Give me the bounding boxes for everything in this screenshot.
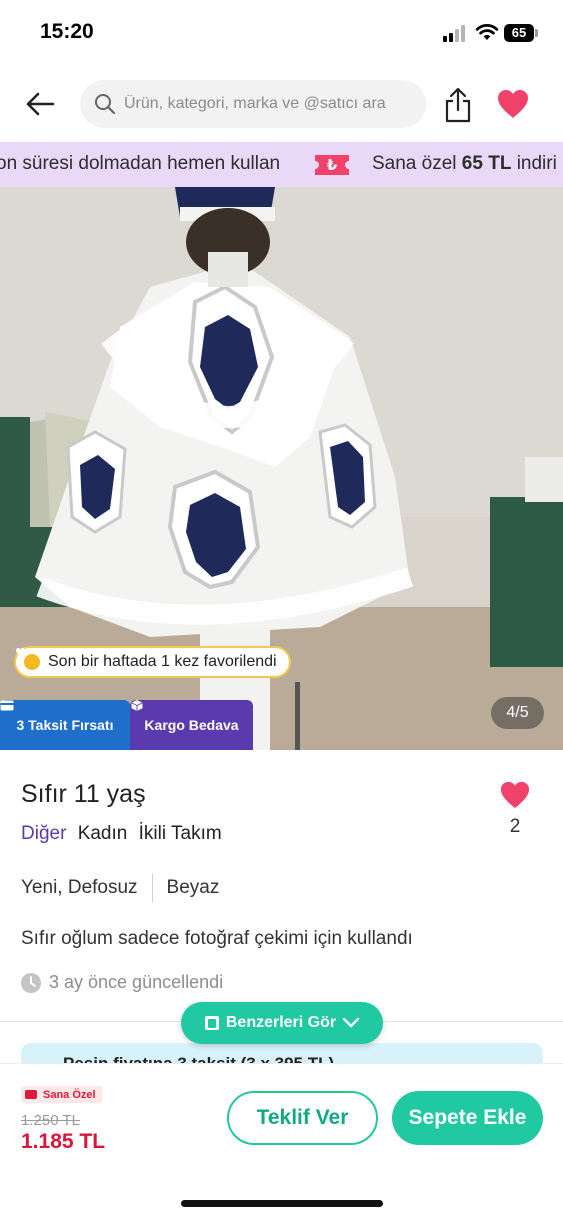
home-indicator [181,1200,383,1207]
installment-info-strip[interactable]: Peşin fiyatına 3 taksit (3 x 395 TL) [21,1043,543,1065]
image-counter: 4/5 [491,697,544,729]
search-bar[interactable] [80,80,426,128]
installment-badge: 3 Taksit Fırsatı [0,700,130,750]
brand-link[interactable]: Diğer [21,823,66,844]
arrow-left-icon [26,92,55,116]
subcategory-link[interactable]: İkili Takım [139,823,222,844]
search-input[interactable] [124,95,424,113]
coupon-lira-icon: ₺ [315,155,349,175]
updated-info: 3 ay önce güncellendi [21,972,223,993]
promo-text-right: Sana özel 65 TL indiri [372,153,557,174]
battery-icon: 65 [504,24,534,42]
wifi-icon [475,24,499,40]
chevron-down-icon [342,1017,360,1028]
old-price: 1.250 TL [21,1112,80,1129]
credit-card-icon [0,700,14,711]
product-attributes: Yeni, Defosuz Beyaz [21,874,219,902]
heart-badge-icon [16,648,40,670]
status-bar: 15:20 65 [0,0,563,70]
search-icon [95,94,116,115]
see-similar-label: Benzerleri Gör [225,1014,337,1031]
installment-badge-label: 3 Taksit Fırsatı [16,717,114,733]
product-image-gallery[interactable]: Son bir haftada 1 kez favorilendi 4/5 3 … [0,187,563,750]
product-description: Sıfır oğlum sadece fotoğraf çekimi için … [21,928,413,949]
free-shipping-badge: Kargo Bedava [130,700,253,750]
clock-icon [21,972,41,993]
special-price-tag: Sana Özel [21,1086,102,1103]
color-label: Beyaz [166,877,220,898]
special-price-tag-label: Sana Özel [43,1088,96,1101]
category-link[interactable]: Kadın [78,823,128,844]
cellular-signal-icon [443,24,469,42]
favorited-note-text: Son bir haftada 1 kez favorilendi [48,653,277,670]
free-shipping-badge-label: Kargo Bedava [144,717,239,733]
share-icon[interactable] [442,86,474,124]
see-similar-button[interactable]: Benzerleri Gör [181,1002,383,1044]
add-to-cart-button[interactable]: Sepete Ekle [392,1091,543,1145]
breadcrumb: Diğer Kadın İkili Takım [21,823,222,845]
bottom-action-bar: Sana Özel 1.250 TL 1.185 TL Teklif Ver S… [0,1063,563,1218]
like-count: 2 [509,816,521,837]
condition-label: Yeni, Defosuz [21,877,138,898]
current-price: 1.185 TL [21,1130,106,1153]
back-button[interactable] [22,86,58,122]
favorite-heart-icon[interactable] [496,88,530,120]
svg-text:₺: ₺ [327,156,338,174]
package-icon [131,700,143,711]
promo-banner[interactable]: on süresi dolmadan hemen kullan ₺ Sana ö… [0,142,563,187]
status-time: 15:20 [40,20,94,43]
top-navigation [0,70,563,140]
like-heart-icon[interactable] [499,780,531,810]
updated-text: 3 ay önce güncellendi [49,972,224,992]
promo-text-left: on süresi dolmadan hemen kullan [0,153,281,174]
battery-tip [535,29,538,37]
favorited-note: Son bir haftada 1 kez favorilendi [14,646,291,678]
similar-items-icon [204,1016,219,1030]
product-title: Sıfır 11 yaş [21,780,146,808]
make-offer-button[interactable]: Teklif Ver [227,1091,378,1145]
attribute-divider [151,874,153,902]
ticket-icon [25,1090,37,1099]
